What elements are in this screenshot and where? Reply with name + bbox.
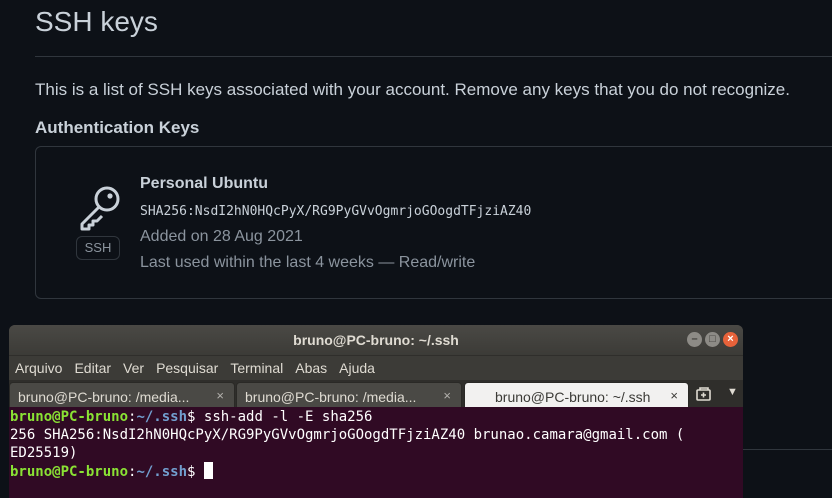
tab-label: bruno@PC-bruno: /media... <box>245 389 417 405</box>
output-line: 256 SHA256:NsdI2hN0HQcPyX/RG9PyGVvOgmrjo… <box>10 427 685 443</box>
terminal-tab[interactable]: bruno@PC-bruno: /media... × <box>236 382 462 408</box>
menu-ajuda[interactable]: Ajuda <box>339 360 375 376</box>
menu-ver[interactable]: Ver <box>123 360 144 376</box>
prompt-user: bruno@PC-bruno <box>10 464 129 480</box>
tab-close-icon[interactable]: × <box>670 388 678 403</box>
new-tab-icon[interactable] <box>695 386 713 402</box>
minimize-button[interactable]: – <box>687 332 702 347</box>
menu-bar: Arquivo Editar Ver Pesquisar Terminal Ab… <box>9 356 743 380</box>
terminal-titlebar[interactable]: bruno@PC-bruno: ~/.ssh – □ × <box>9 325 743 356</box>
key-fingerprint: SHA256:NsdI2hN0HQcPyX/RG9PyGVvOgmrjoGOog… <box>140 204 532 219</box>
key-added-date: Added on 28 Aug 2021 <box>140 228 303 245</box>
section-heading: Authentication Keys <box>35 118 200 137</box>
tab-label: bruno@PC-bruno: ~/.ssh <box>495 389 651 405</box>
menu-editar[interactable]: Editar <box>74 360 111 376</box>
window-title: bruno@PC-bruno: ~/.ssh <box>293 332 459 348</box>
menu-arquivo[interactable]: Arquivo <box>15 360 62 376</box>
divider <box>743 449 832 450</box>
close-button[interactable]: × <box>723 332 738 347</box>
terminal-line: bruno@PC-bruno:~/.ssh$ <box>10 462 743 481</box>
prompt-user: bruno@PC-bruno <box>10 409 129 425</box>
prompt-path: ~/.ssh <box>136 409 188 425</box>
menu-pesquisar[interactable]: Pesquisar <box>156 360 218 376</box>
menu-terminal[interactable]: Terminal <box>230 360 283 376</box>
menu-abas[interactable]: Abas <box>295 360 327 376</box>
maximize-button[interactable]: □ <box>705 332 720 347</box>
terminal-tab[interactable]: bruno@PC-bruno: /media... × <box>9 382 235 408</box>
ssh-badge: SSH <box>76 236 120 260</box>
key-last-used: Last used within the last 4 weeks — Read… <box>140 254 476 271</box>
tab-menu-chevron-icon[interactable]: ▼ <box>727 386 738 398</box>
prompt-end: $ <box>187 464 204 480</box>
page-description: This is a list of SSH keys associated wi… <box>35 80 790 99</box>
terminal-window[interactable]: bruno@PC-bruno: ~/.ssh – □ × Arquivo Edi… <box>9 325 743 498</box>
tab-bar: bruno@PC-bruno: /media... × bruno@PC-bru… <box>9 380 743 408</box>
key-icon <box>80 186 120 231</box>
tab-label: bruno@PC-bruno: /media... <box>18 389 190 405</box>
prompt-end: $ <box>187 409 204 425</box>
tab-close-icon[interactable]: × <box>216 388 224 403</box>
command-text: ssh-add -l -E sha256 <box>203 409 373 425</box>
prompt-path: ~/.ssh <box>136 464 188 480</box>
tab-close-icon[interactable]: × <box>443 388 451 403</box>
terminal-output[interactable]: bruno@PC-bruno:~/.ssh$ ssh-add -l -E sha… <box>9 407 743 498</box>
output-line: ED25519) <box>10 445 78 461</box>
divider <box>35 56 832 57</box>
terminal-tab-active[interactable]: bruno@PC-bruno: ~/.ssh × <box>464 382 689 408</box>
page-title: SSH keys <box>35 6 158 37</box>
key-title: Personal Ubuntu <box>140 175 269 192</box>
text-cursor <box>203 462 213 479</box>
ssh-key-card: SSH Personal Ubuntu SHA256:NsdI2hN0HQcPy… <box>35 146 832 299</box>
terminal-line: bruno@PC-bruno:~/.ssh$ ssh-add -l -E sha… <box>10 408 743 426</box>
